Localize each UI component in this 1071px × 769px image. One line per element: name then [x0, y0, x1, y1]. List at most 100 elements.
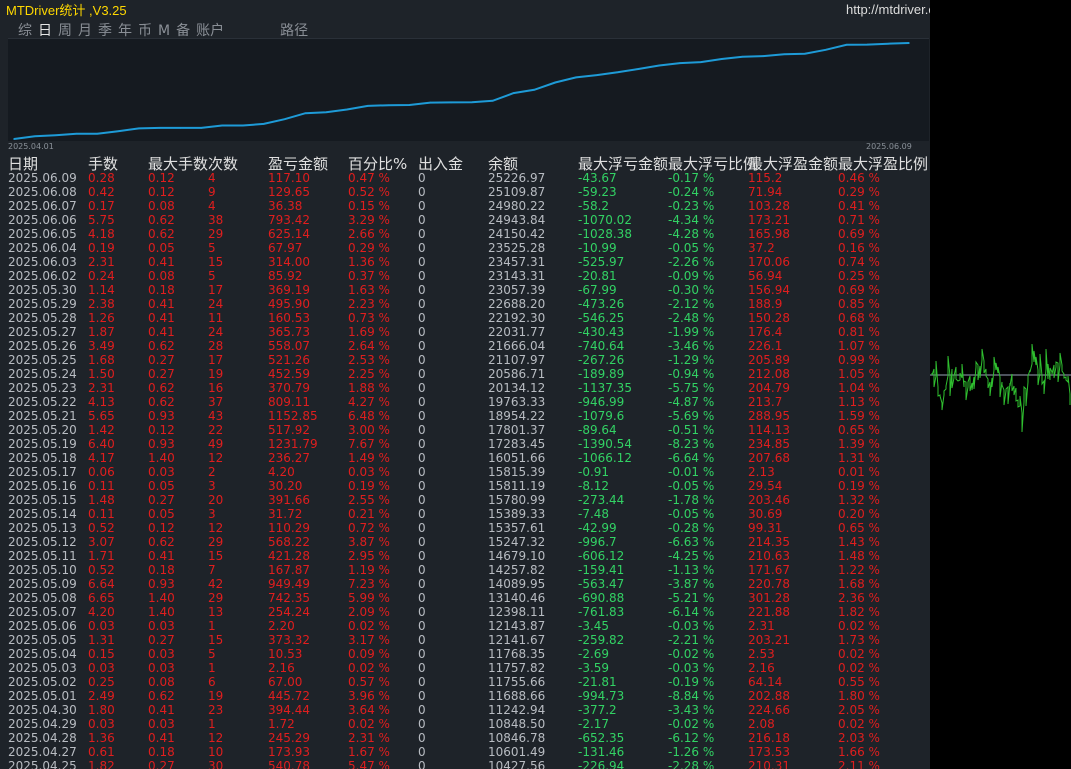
- cell-count: 16: [208, 381, 224, 395]
- cell-lots: 2.31: [88, 381, 115, 395]
- tab-8[interactable]: 备: [176, 20, 190, 40]
- cell-count: 24: [208, 325, 224, 339]
- equity-point: [263, 123, 265, 125]
- table-header: 日期 手数 最大手数 次数 盈亏金额 百分比% 出入金 余额 最大浮亏金额 最大浮亏比例 最大浮盈金…: [0, 153, 930, 173]
- window-title: MTDriver统计 ,V3.25: [6, 3, 127, 18]
- cell-max-float-profit: 2.31: [748, 619, 775, 633]
- cell-percent: 2.64 %: [348, 339, 390, 353]
- equity-point: [700, 61, 702, 63]
- cell-max-float-profit-pct: 1.32 %: [838, 493, 880, 507]
- cell-max-lots: 0.18: [148, 563, 175, 577]
- cell-lots: 1.48: [88, 493, 115, 507]
- cell-max-float-profit: 71.94: [748, 185, 783, 199]
- tab-10[interactable]: 路径: [280, 20, 308, 40]
- tab-4[interactable]: 季: [98, 20, 112, 40]
- tab-5[interactable]: 年: [118, 20, 132, 40]
- cell-date: 2025.05.06: [8, 619, 77, 633]
- cell-pnl: 314.00: [268, 255, 310, 269]
- cell-max-float-loss: -996.7: [578, 535, 617, 549]
- cell-percent: 7.67 %: [348, 437, 390, 451]
- period-tabs: 综日周月季年币 M 备账户 路径: [18, 20, 314, 40]
- cell-lots: 0.61: [88, 745, 115, 759]
- cell-date: 2025.05.10: [8, 563, 77, 577]
- cell-lots: 1.50: [88, 367, 115, 381]
- cell-deposit: 0: [418, 325, 426, 339]
- equity-point: [304, 112, 307, 114]
- cell-percent: 5.47 %: [348, 759, 390, 769]
- cell-balance: 21666.04: [488, 339, 546, 353]
- tab-0[interactable]: 综: [18, 20, 32, 40]
- cell-max-float-loss: -21.81: [578, 675, 617, 689]
- cell-pnl: 445.72: [268, 689, 310, 703]
- cell-date: 2025.05.23: [8, 381, 77, 395]
- cell-max-lots: 0.12: [148, 185, 175, 199]
- cell-max-float-loss-pct: -0.05 %: [668, 479, 715, 493]
- tab-3[interactable]: 月: [78, 20, 92, 40]
- table-row: 2025.05.17 0.06 0.03 2 4.20 0.03 % 0 15815.39 -0…: [0, 465, 930, 479]
- cell-pnl: 369.19: [268, 283, 310, 297]
- cell-date: 2025.05.01: [8, 689, 77, 703]
- cell-deposit: 0: [418, 563, 426, 577]
- cell-percent: 0.02 %: [348, 717, 390, 731]
- cell-date: 2025.05.12: [8, 535, 77, 549]
- cell-max-lots: 0.62: [148, 213, 175, 227]
- tab-6[interactable]: 币: [138, 20, 152, 40]
- cell-percent: 6.48 %: [348, 409, 390, 423]
- cell-max-float-loss-pct: -5.21 %: [668, 591, 715, 605]
- cell-deposit: 0: [418, 493, 426, 507]
- equity-point: [13, 138, 15, 140]
- equity-point: [908, 42, 910, 44]
- cell-max-float-loss-pct: -6.14 %: [668, 605, 715, 619]
- tab-2[interactable]: 周: [58, 20, 72, 40]
- cell-pnl: 452.59: [268, 367, 310, 381]
- cell-date: 2025.05.26: [8, 339, 77, 353]
- cell-max-float-loss: -10.99: [578, 241, 617, 255]
- cell-max-float-profit-pct: 0.69 %: [838, 283, 880, 297]
- equity-point: [283, 118, 286, 120]
- cell-max-lots: 0.41: [148, 731, 175, 745]
- cell-balance: 23457.31: [488, 255, 546, 269]
- cell-max-float-loss: -2.17: [578, 717, 610, 731]
- cell-balance: 15357.61: [488, 521, 546, 535]
- cell-max-float-loss-pct: -6.64 %: [668, 451, 715, 465]
- equity-point: [117, 130, 119, 132]
- cell-max-lots: 0.12: [148, 521, 175, 535]
- cell-max-lots: 0.03: [148, 661, 175, 675]
- cell-deposit: 0: [418, 199, 426, 213]
- table-row: 2025.06.03 2.31 0.41 15 314.00 1.36 % 0 23457.3…: [0, 255, 930, 269]
- equity-point: [75, 132, 78, 135]
- table-row: 2025.05.09 6.64 0.93 42 949.49 7.23 % 0 14089.9…: [0, 577, 930, 591]
- table-row: 2025.04.25 1.82 0.27 30 540.78 5.47 % 0 10427.5…: [0, 759, 930, 769]
- cell-max-float-profit-pct: 0.02 %: [838, 647, 880, 661]
- tab-1[interactable]: 日: [38, 20, 52, 40]
- cell-date: 2025.05.25: [8, 353, 77, 367]
- cell-max-float-loss: -473.26: [578, 297, 625, 311]
- cell-max-float-profit: 171.67: [748, 563, 790, 577]
- tab-7[interactable]: M: [158, 23, 170, 39]
- cell-max-float-loss-pct: -0.05 %: [668, 507, 715, 521]
- equity-point: [200, 127, 203, 129]
- cell-count: 6: [208, 675, 216, 689]
- cell-max-float-loss: -189.89: [578, 367, 625, 381]
- cell-max-float-profit: 115.2: [748, 171, 783, 185]
- cell-date: 2025.06.03: [8, 255, 77, 269]
- cell-max-float-loss-pct: -0.19 %: [668, 675, 715, 689]
- cell-percent: 2.66 %: [348, 227, 390, 241]
- cell-lots: 4.20: [88, 605, 115, 619]
- cell-max-float-loss-pct: -0.02 %: [668, 647, 715, 661]
- cell-percent: 1.36 %: [348, 255, 390, 269]
- cell-count: 11: [208, 311, 224, 325]
- cell-date: 2025.05.16: [8, 479, 77, 493]
- tab-9[interactable]: 账户: [196, 20, 224, 40]
- cell-max-float-profit: 301.28: [748, 591, 790, 605]
- cell-date: 2025.05.21: [8, 409, 77, 423]
- cell-date: 2025.05.07: [8, 605, 77, 619]
- website-link[interactable]: http://mtdriver.cn: [846, 2, 930, 17]
- cell-deposit: 0: [418, 185, 426, 199]
- cell-pnl: 949.49: [268, 577, 310, 591]
- cell-max-float-profit: 173.53: [748, 745, 790, 759]
- equity-point: [679, 62, 681, 64]
- price-chart-svg: [930, 343, 1071, 433]
- cell-max-lots: 0.18: [148, 283, 175, 297]
- cell-max-float-loss-pct: -2.21 %: [668, 633, 715, 647]
